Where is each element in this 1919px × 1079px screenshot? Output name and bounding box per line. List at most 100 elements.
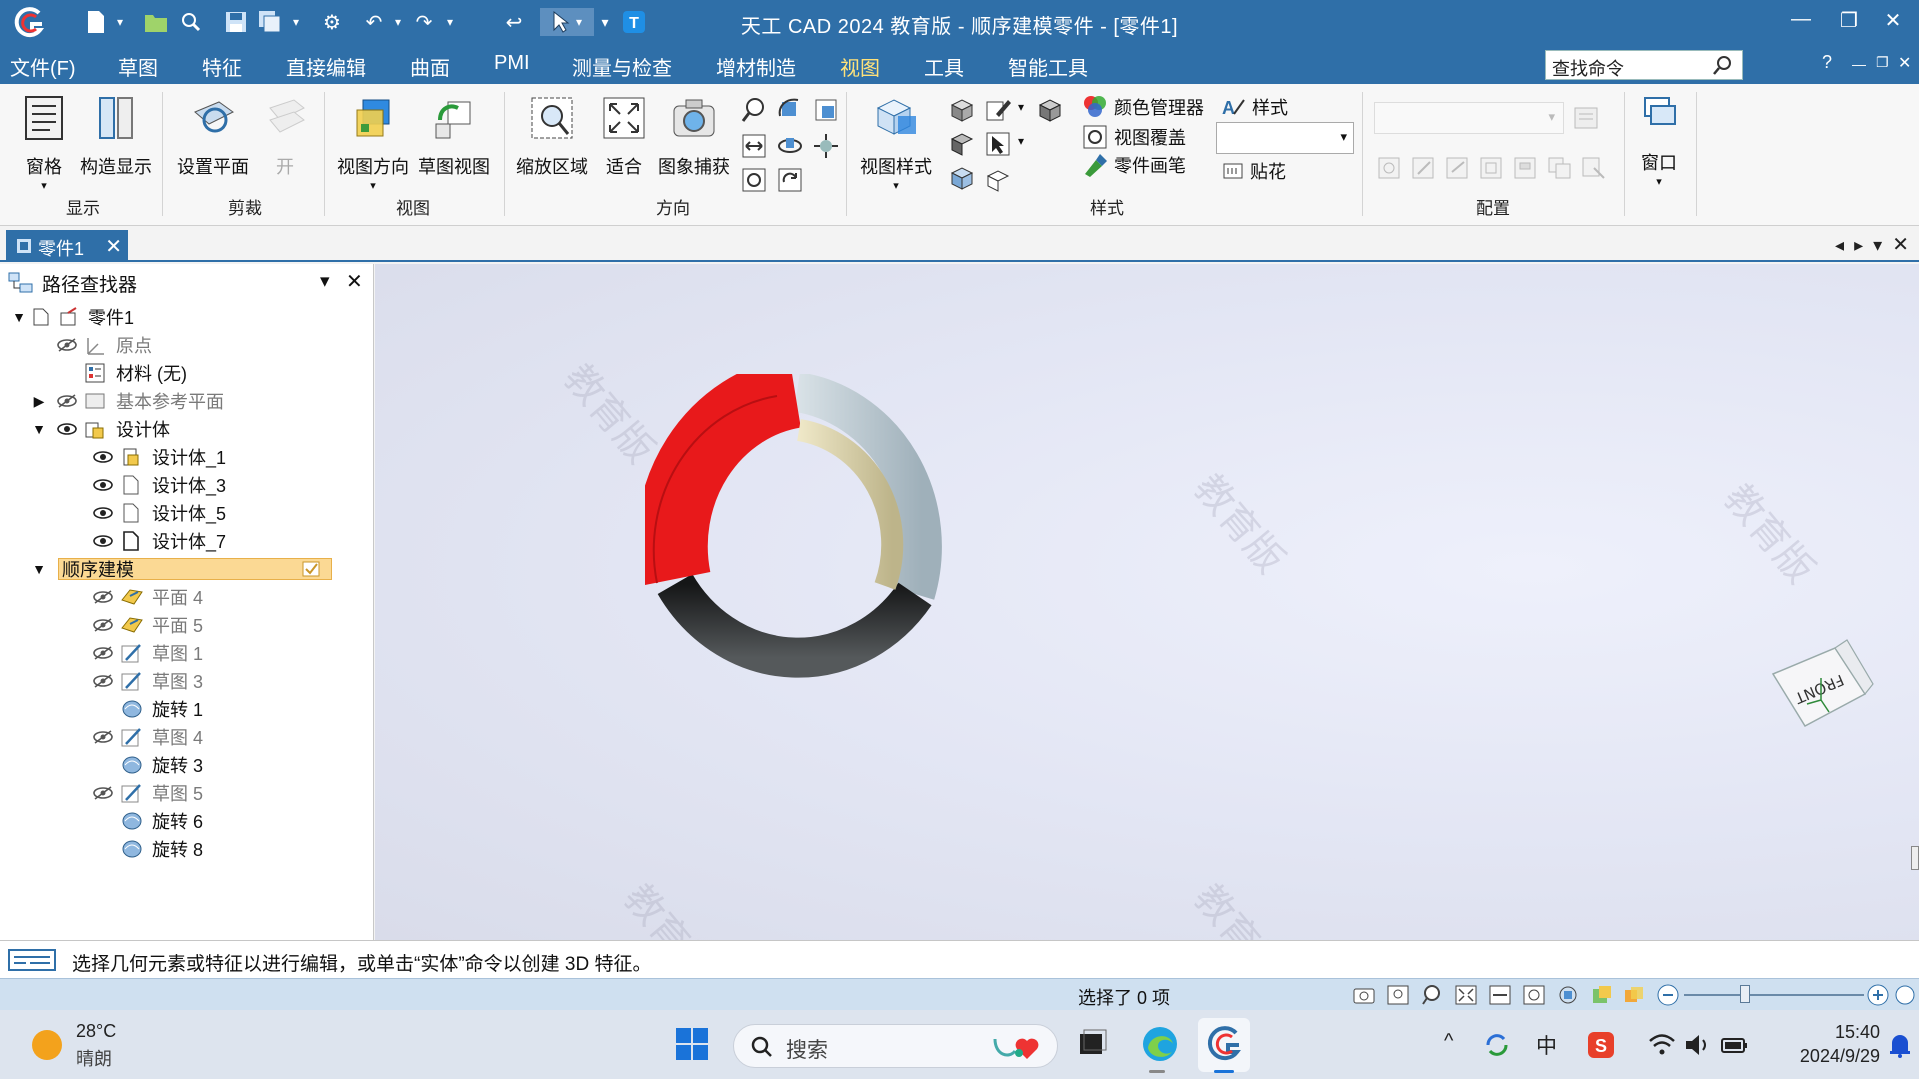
style-select-dropdown-icon[interactable]: ▾: [1340, 129, 1347, 145]
edge-browser-icon[interactable]: [1140, 1024, 1180, 1064]
status-zoom-icon[interactable]: [1420, 984, 1444, 1006]
menu-view[interactable]: 视图: [834, 52, 886, 89]
view-cube[interactable]: FRONT: [1765, 634, 1877, 744]
settings-gear-icon[interactable]: ⚙: [318, 8, 346, 36]
hidden-eye-icon[interactable]: [92, 645, 114, 661]
collapse-icon[interactable]: ▼: [30, 421, 48, 437]
ring-segment-black[interactable]: [657, 573, 932, 678]
collapse-icon[interactable]: ▼: [30, 561, 48, 577]
toolbar-customize-icon[interactable]: ▾: [596, 8, 614, 36]
document-tab[interactable]: 零件1 ✕: [6, 230, 128, 262]
config-tool-4-icon[interactable]: [1478, 154, 1506, 182]
previous-view-icon[interactable]: [812, 96, 840, 124]
open-file-icon[interactable]: [142, 8, 170, 36]
tree-sequential[interactable]: ▼ 顺序建模: [0, 556, 370, 582]
pane-button[interactable]: 窗格 ▾: [14, 94, 74, 192]
new-file-dropdown-icon[interactable]: ▾: [112, 8, 128, 36]
configuration-select[interactable]: ▾: [1374, 102, 1564, 134]
menu-additive[interactable]: 增材制造: [716, 52, 796, 81]
fit-button[interactable]: 适合: [596, 94, 652, 179]
close-window-button[interactable]: ✕: [1873, 8, 1913, 36]
config-tool-3-icon[interactable]: [1444, 154, 1472, 182]
close-tab-icon[interactable]: ✕: [105, 234, 122, 259]
save-dropdown-icon[interactable]: ▾: [288, 8, 304, 36]
styles-button[interactable]: A 样式: [1222, 94, 1288, 120]
zoom-out-icon[interactable]: [1656, 983, 1680, 1007]
hidden-eye-icon[interactable]: [92, 785, 114, 801]
restore-button[interactable]: ❐: [1829, 8, 1869, 36]
wire-icon[interactable]: [948, 130, 976, 158]
sequential-check-icon[interactable]: [302, 561, 320, 577]
viewport-scroll-handle[interactable]: [1911, 846, 1919, 870]
view-overlay-button[interactable]: 视图覆盖: [1082, 124, 1186, 150]
expand-icon[interactable]: ▶: [30, 393, 48, 410]
pan-icon[interactable]: [740, 132, 768, 160]
ring-segment-red[interactable]: [645, 374, 802, 585]
zoom-reset-icon[interactable]: [1894, 983, 1916, 1007]
config-tool-1-icon[interactable]: [1376, 154, 1404, 182]
edit-style-dropdown-icon[interactable]: ▾: [1018, 100, 1024, 114]
windows-start-icon[interactable]: [672, 1024, 712, 1064]
command-search-input[interactable]: 查找命令: [1545, 50, 1743, 80]
window-button[interactable]: 窗口 ▾: [1634, 94, 1684, 188]
ime-indicator[interactable]: 中: [1536, 1030, 1557, 1060]
spin-icon[interactable]: [776, 132, 804, 160]
tree-base-planes[interactable]: ▶ 基本参考平面: [0, 388, 370, 414]
tab-list-icon[interactable]: ▾: [1873, 235, 1882, 255]
visible-eye-icon[interactable]: [92, 449, 114, 465]
color-manager-button[interactable]: 颜色管理器: [1082, 94, 1204, 120]
weather-sun-icon[interactable]: [30, 1028, 64, 1062]
view-style-dropdown-icon[interactable]: ▾: [856, 179, 936, 192]
tree-material[interactable]: 材料 (无): [0, 360, 370, 386]
set-plane-button[interactable]: 设置平面: [172, 94, 254, 179]
menu-smart-tools[interactable]: 智能工具: [1008, 52, 1088, 81]
text-tool-icon[interactable]: T: [620, 8, 648, 36]
blue-shaded-icon[interactable]: [948, 164, 976, 192]
pathfinder-close-icon[interactable]: ✕: [346, 269, 363, 294]
select-tool-icon[interactable]: ▾: [540, 8, 594, 36]
weather-temp[interactable]: 28°C: [76, 1021, 116, 1042]
graphics-viewport[interactable]: 教育版 教育版 教育版 教育版 教育版 FRONT: [375, 264, 1919, 940]
refresh-view-icon[interactable]: [740, 166, 768, 194]
status-style-icon[interactable]: [1622, 984, 1646, 1006]
doc-minimize-button[interactable]: —: [1852, 56, 1866, 72]
pane-dropdown-icon[interactable]: ▾: [14, 179, 74, 192]
view-style-button[interactable]: 视图样式 ▾: [856, 94, 936, 192]
tree-feature-item[interactable]: 草图 1: [0, 640, 370, 666]
status-zoom-area-icon[interactable]: [1386, 984, 1410, 1006]
cad-app-icon[interactable]: [1204, 1024, 1244, 1064]
ring-segment-gray[interactable]: [793, 374, 942, 600]
print-preview-icon[interactable]: [178, 8, 204, 36]
sync-view-icon[interactable]: [776, 166, 804, 194]
taskbar-search-input[interactable]: 搜索: [733, 1024, 1058, 1068]
config-tool-7-icon[interactable]: [1580, 154, 1608, 182]
configuration-dropdown-icon[interactable]: ▾: [1548, 109, 1555, 125]
pathfinder-menu-icon[interactable]: ▾: [320, 270, 330, 293]
clock-time[interactable]: 15:40: [1800, 1022, 1880, 1043]
battery-icon[interactable]: [1720, 1032, 1750, 1058]
tree-feature-item[interactable]: 平面 4: [0, 584, 370, 610]
volume-icon[interactable]: [1684, 1032, 1712, 1058]
hidden-eye-icon[interactable]: [92, 617, 114, 633]
tab-prev-icon[interactable]: ◂: [1835, 235, 1844, 255]
doc-close-button[interactable]: ✕: [1898, 53, 1911, 73]
clip-on-button[interactable]: 开: [262, 94, 308, 179]
tree-body-item[interactable]: 设计体_3: [0, 472, 370, 498]
visible-eye-icon[interactable]: [92, 533, 114, 549]
tab-close-all-icon[interactable]: ✕: [1892, 234, 1909, 256]
select-display-icon[interactable]: [984, 130, 1012, 158]
clock-date[interactable]: 2024/9/29: [1770, 1046, 1880, 1067]
tree-feature-item[interactable]: 平面 5: [0, 612, 370, 638]
torus-ring-model[interactable]: [645, 374, 945, 694]
wps-tray-icon[interactable]: S: [1586, 1030, 1616, 1060]
config-tool-6-icon[interactable]: [1546, 154, 1574, 182]
visible-eye-icon[interactable]: [56, 421, 78, 437]
decal-button[interactable]: 贴花: [1222, 158, 1286, 184]
menu-feature[interactable]: 特征: [202, 52, 242, 81]
status-view-icon[interactable]: [1590, 984, 1614, 1006]
look-at-icon[interactable]: [812, 132, 840, 160]
construct-display-button[interactable]: 构造显示: [80, 94, 152, 179]
view-direction-dropdown-icon[interactable]: ▾: [334, 179, 412, 192]
status-fit-icon[interactable]: [1454, 984, 1478, 1006]
notification-bell-icon[interactable]: [1888, 1032, 1912, 1058]
